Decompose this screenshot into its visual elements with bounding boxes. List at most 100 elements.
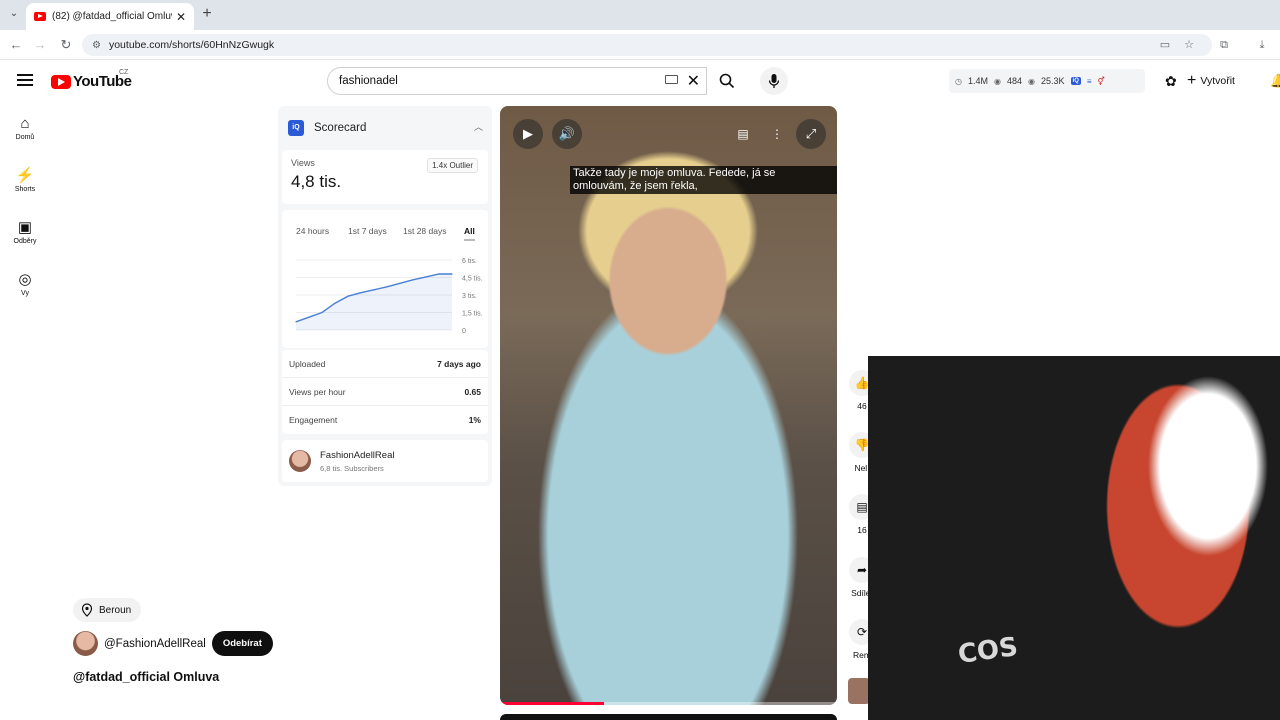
channel-handle[interactable]: @FashionAdellReal <box>104 638 206 650</box>
tab-all[interactable]: All <box>464 226 475 241</box>
scorecard-channel[interactable]: FashionAdellReal 6,8 tis. Subscribers <box>282 440 488 482</box>
views-point <box>399 282 401 284</box>
shirt-print-text: COS <box>956 631 1020 671</box>
caption-line: omlouvám, že jsem řekla, <box>573 180 698 192</box>
y-tick-label: 4,5 tis. <box>462 276 483 283</box>
clear-search-icon[interactable]: ✕ <box>687 71 700 91</box>
search-icon <box>719 73 735 89</box>
reload-icon[interactable]: ↻ <box>58 37 74 53</box>
tab-close-icon[interactable]: ✕ <box>176 10 186 24</box>
address-bar[interactable]: ⚙ youtube.com/shorts/60HnNzGwugk <box>82 34 1212 56</box>
youtube-logo[interactable]: YouTube CZ <box>51 69 132 90</box>
play-icon[interactable]: ▶ <box>513 119 543 149</box>
views-point <box>360 292 362 294</box>
y-tick-label: 1,5 tis. <box>462 311 483 318</box>
microphone-icon <box>768 74 780 88</box>
views-point <box>412 279 414 281</box>
guide-item-you[interactable]: ◎ Vy <box>0 271 50 297</box>
views-point <box>308 316 310 318</box>
metric-label: Views per hour <box>289 386 346 397</box>
forward-arrow-icon[interactable]: → <box>32 37 48 53</box>
tab-title: (82) @fatdad_official Omluva - <box>52 11 172 22</box>
scorecard-header: iQ Scorecard <box>288 120 366 136</box>
metric-value: 1% <box>468 415 481 425</box>
shorts-video-player[interactable]: ▶ 🔊 ▤ ⋮ ⤢ Takže tady je moje omluva. Fed… <box>500 106 837 705</box>
captions-icon[interactable]: ▤ <box>732 123 754 145</box>
back-arrow-icon[interactable]: ← <box>8 37 24 53</box>
location-chip[interactable]: Beroun <box>73 598 142 622</box>
volume-icon[interactable]: 🔊 <box>552 119 582 149</box>
views-area <box>296 274 452 330</box>
studio-icon[interactable]: ✿ <box>1165 73 1177 90</box>
streamer-webcam-overlay: COS <box>868 356 1280 720</box>
more-options-icon[interactable]: ⋮ <box>766 123 788 145</box>
cast-icon[interactable]: ▭ <box>1158 38 1172 52</box>
scorecard-panel: iQ Scorecard ︿ Views 4,8 tis. 1.4x Outli… <box>278 106 492 486</box>
audio-thumbnail[interactable] <box>848 678 870 704</box>
tab-search-button[interactable]: ⌄ <box>6 6 22 22</box>
subscribe-button[interactable]: Odebírat <box>211 631 273 656</box>
metric-label: Engagement <box>289 415 338 425</box>
channel-avatar[interactable] <box>73 631 98 656</box>
y-tick-label: 3 tis. <box>462 293 477 300</box>
extensions-icon[interactable]: ⧉ <box>1217 38 1231 52</box>
browser-tab-strip: ⌄ (82) @fatdad_official Omluva - ✕ + <box>0 0 1280 30</box>
bookmark-star-icon[interactable]: ☆ <box>1182 38 1196 52</box>
youtube-favicon-icon <box>34 12 46 21</box>
guide-label: Odběry <box>13 238 37 245</box>
views-point <box>373 289 375 291</box>
outlier-badge: 1.4x Outlier <box>427 158 478 173</box>
tab-24-hours[interactable]: 24 hours <box>296 226 329 236</box>
vidiq-stats-bar[interactable]: ◷ 1.4M ◉ 484 ◉ 25.3K iQ ≡ ⚥ <box>949 69 1145 93</box>
guide-item-shorts[interactable]: ⚡ Shorts <box>0 167 50 193</box>
views-chart-card: 24 hours 1st 7 days 1st 28 days All 6 ti… <box>282 210 488 348</box>
tab-first-7-days[interactable]: 1st 7 days <box>348 226 387 236</box>
vidiq-logo-icon[interactable]: iQ <box>1070 77 1081 85</box>
views-point <box>386 286 388 288</box>
search-button[interactable] <box>707 67 747 95</box>
views-point <box>295 321 297 323</box>
create-button[interactable]: + Vytvořit <box>1187 69 1235 93</box>
y-tick-label: 6 tis. <box>462 258 477 265</box>
site-info-icon[interactable]: ⚙ <box>92 40 101 51</box>
fullscreen-icon[interactable]: ⤢ <box>796 119 826 149</box>
guide-item-subscriptions[interactable]: ▣ Odběry <box>0 219 50 245</box>
video-progress-fill <box>500 702 605 705</box>
scorecard-title: Scorecard <box>314 122 367 134</box>
guide-label: Shorts <box>14 186 36 193</box>
youtube-play-icon <box>51 74 71 89</box>
tab-first-28-days[interactable]: 1st 28 days <box>403 226 446 236</box>
metric-row: Engagement 1% <box>282 406 488 434</box>
views-label: Views <box>291 158 315 168</box>
voice-search-button[interactable] <box>760 67 788 95</box>
download-icon[interactable]: ⤓ <box>1255 38 1269 52</box>
metric-value: 0.65 <box>464 386 481 397</box>
views-point <box>347 295 349 297</box>
notifications-bell-icon[interactable]: 🔔 <box>1270 73 1280 89</box>
channel-subscribers: 6,8 tis. Subscribers <box>320 464 384 473</box>
views-point <box>438 273 440 275</box>
video-progress-bar[interactable] <box>500 702 837 705</box>
stat-views-a: 484 <box>1006 76 1023 86</box>
channel-name: FashionAdellReal <box>320 450 395 461</box>
home-icon: ⌂ <box>20 115 30 132</box>
collapse-chevron-icon[interactable]: ︿ <box>474 120 483 133</box>
gender-icon[interactable]: ⚥ <box>1098 77 1105 86</box>
stat-views-b: 25.3K <box>1041 76 1065 86</box>
y-tick-label: 0 <box>462 328 466 335</box>
video-title[interactable]: @fatdad_official Omluva <box>73 670 219 684</box>
metric-value: 7 days ago <box>437 358 481 369</box>
views-point <box>451 273 453 275</box>
search-input[interactable]: fashionadel ✕ <box>327 67 707 95</box>
browser-toolbar: ← → ↻ ⚙ youtube.com/shorts/60HnNzGwugk ▭… <box>0 30 1280 60</box>
metric-row: Views per hour 0.65 <box>282 378 488 406</box>
new-tab-button[interactable]: + <box>198 5 216 23</box>
menu-icon[interactable] <box>17 74 33 86</box>
keyboard-icon[interactable] <box>665 75 678 84</box>
next-short-preview[interactable] <box>500 714 837 720</box>
subscriptions-icon: ▣ <box>17 219 33 236</box>
browser-tab-active[interactable]: (82) @fatdad_official Omluva - ✕ <box>26 3 194 30</box>
create-label: Vytvořit <box>1200 75 1235 87</box>
guide-item-home[interactable]: ⌂ Domů <box>0 115 50 141</box>
list-icon[interactable]: ≡ <box>1087 77 1092 86</box>
